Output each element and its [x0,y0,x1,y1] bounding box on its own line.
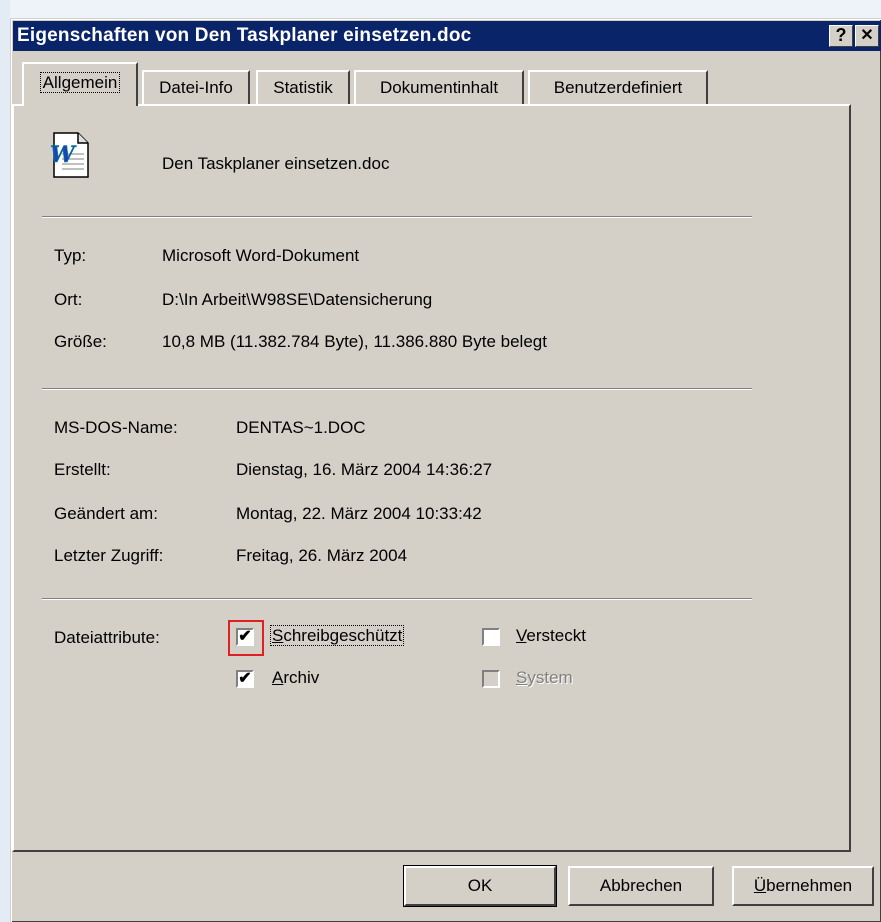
hidden-checkbox[interactable] [482,628,500,646]
title-bar[interactable]: Eigenschaften von Den Taskplaner einsetz… [13,21,881,51]
accelerator-key: S [516,668,528,687]
close-icon[interactable]: ✕ [855,25,879,47]
label-text: rchiv [283,668,320,687]
dos-name-label: MS-DOS-Name: [54,418,178,437]
attributes-label: Dateiattribute: [54,628,160,647]
cancel-button[interactable]: Abbrechen [568,866,714,906]
created-label: Erstellt: [54,460,111,479]
location-value: D:\In Arbeit\W98SE\Datensicherung [162,290,433,309]
accelerator-key: V [516,626,527,645]
svg-text:W: W [50,142,77,168]
window-title: Eigenschaften von Den Taskplaner einsetz… [17,25,472,46]
tab-label: Dokumentinhalt [379,78,499,97]
word-document-icon: W [50,132,89,178]
type-value: Microsoft Word-Dokument [162,246,360,265]
type-label: Typ: [54,246,87,265]
apply-button[interactable]: Übernehmen [732,866,874,906]
ok-button[interactable]: OK [403,865,557,907]
system-label: System [516,668,573,688]
accessed-value: Freitag, 26. März 2004 [236,546,408,565]
help-button[interactable]: ? [829,25,853,47]
desktop-background [0,0,881,18]
archive-label[interactable]: Archiv [272,668,319,688]
button-label: bernehmen [766,876,853,895]
label-text: chreibgeschützt [283,626,403,645]
archive-checkbox[interactable]: ✔ [236,670,254,688]
dos-name-value: DENTAS~1.DOC [236,418,366,437]
separator [42,388,752,390]
tab-datei-info[interactable]: Datei-Info [142,70,250,104]
location-label: Ort: [54,290,83,309]
modified-label: Geändert am: [54,504,158,523]
tab-dokumentinhalt[interactable]: Dokumentinhalt [354,70,524,104]
hidden-label[interactable]: Versteckt [516,626,586,646]
system-checkbox [482,670,500,688]
file-name: Den Taskplaner einsetzen.doc [162,154,390,173]
tab-allgemein[interactable]: Allgemein [22,62,138,106]
created-value: Dienstag, 16. März 2004 14:36:27 [236,460,493,479]
label-text: ystem [527,668,573,687]
accelerator-key: A [272,668,284,687]
size-value: 10,8 MB (11.382.784 Byte), 11.386.880 By… [162,332,547,351]
tab-benutzerdefiniert[interactable]: Benutzerdefiniert [528,70,708,104]
tab-label: Allgemein [39,72,121,93]
tab-label: Benutzerdefiniert [553,78,683,97]
size-label: Größe: [54,332,107,351]
accessed-label: Letzter Zugriff: [54,546,164,565]
tab-statistik[interactable]: Statistik [256,70,350,104]
readonly-label[interactable]: Schreibgeschützt [270,625,405,646]
separator [42,216,752,218]
tab-label: Statistik [273,78,333,97]
accelerator-key: Ü [753,876,767,895]
tab-panel-allgemein: W Den Taskplaner einsetzen.doc Typ: Micr… [12,104,851,852]
accelerator-key: S [272,626,284,645]
separator [42,598,752,600]
label-text: ersteckt [526,626,586,645]
modified-value: Montag, 22. März 2004 10:33:42 [236,504,482,523]
readonly-checkbox[interactable]: ✔ [236,628,254,646]
tab-label: Datei-Info [159,78,233,97]
desktop-edge [0,0,10,922]
